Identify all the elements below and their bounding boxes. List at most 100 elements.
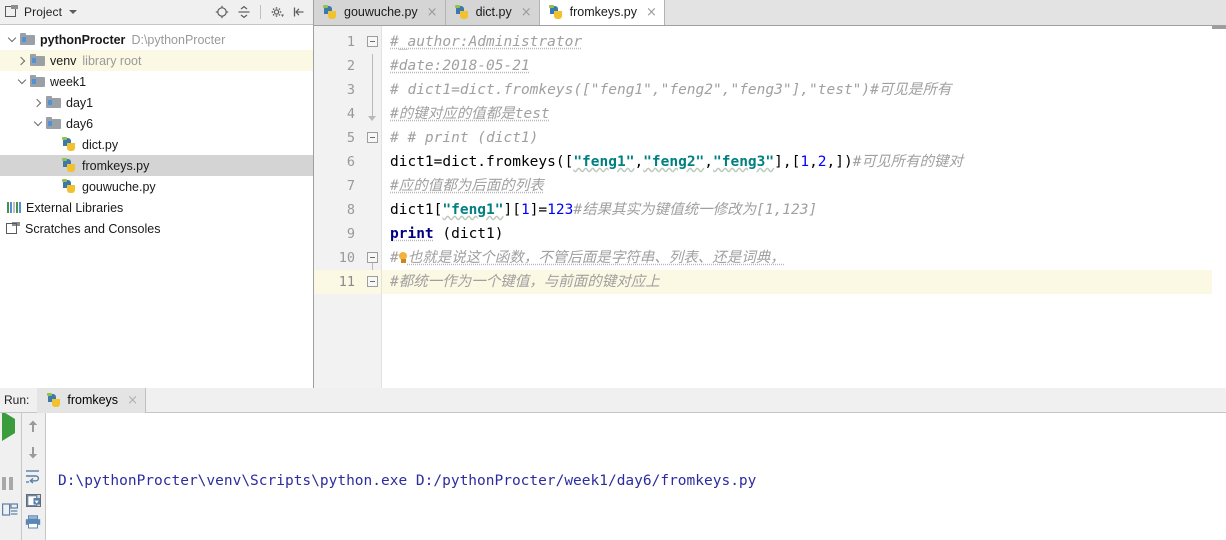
fold-collapse-icon[interactable] (367, 132, 378, 143)
tree-item-fromkeys-py[interactable]: fromkeys.py (0, 155, 313, 176)
tree-item-label: day1 (66, 96, 93, 110)
code-comment: #_author:Administrator (390, 34, 582, 50)
pycharm-window: Project pythonProcter D:\pythonProcter v… (0, 0, 1226, 540)
fold-line (364, 150, 381, 174)
python-file-icon (455, 5, 471, 20)
run-tab-label: fromkeys (67, 393, 118, 407)
close-icon[interactable]: × (127, 394, 138, 407)
code-comment: #都统一作为一个键值，与前面的键对应上 (390, 274, 660, 290)
code-string: "feng1" (442, 202, 503, 218)
fold-line (364, 78, 381, 102)
tree-item-day6[interactable]: day6 (0, 113, 313, 134)
python-file-icon (323, 5, 339, 20)
tree-item-pythonprocter[interactable]: pythonProcter D:\pythonProcter (0, 29, 313, 50)
code-editor[interactable]: 1 2 3 4 5 6 7 8 9 10 11 #_author:Adminis… (314, 26, 1226, 388)
tree-item-external-libraries[interactable]: External Libraries (0, 197, 313, 218)
code-token: , (827, 154, 836, 170)
pause-button[interactable] (2, 475, 19, 492)
run-toolbar-right (22, 413, 46, 540)
chevron-down-icon[interactable] (14, 80, 30, 83)
line-number: 10 (314, 246, 364, 270)
tree-item-label: day6 (66, 117, 93, 131)
code-line-4[interactable]: #的键对应的值都是test (382, 102, 1212, 126)
tab-dict-py[interactable]: dict.py × (446, 0, 540, 25)
project-panel-header: Project (0, 0, 313, 25)
code-keyword: print (390, 226, 434, 242)
code-line-6[interactable]: dict1=dict.fromkeys(["feng1","feng2","fe… (382, 150, 1212, 174)
code-line-8[interactable]: dict1["feng1"][1]=123#结果其实为键值统一修改为[1,123… (382, 198, 1212, 222)
stop-button[interactable] (2, 447, 19, 464)
python-file-icon (62, 137, 78, 152)
tree-item-gouwuche-py[interactable]: gouwuche.py (0, 176, 313, 197)
code-line-5[interactable]: # # print (dict1) (382, 126, 1212, 150)
close-icon[interactable]: × (427, 6, 438, 19)
code-line-3[interactable]: # dict1=dict.fromkeys(["feng1","feng2","… (382, 78, 1212, 102)
python-file-icon (62, 158, 78, 173)
project-tree[interactable]: pythonProcter D:\pythonProcter venv libr… (0, 25, 313, 388)
chevron-down-icon[interactable] (69, 10, 77, 14)
code-token: , (809, 154, 818, 170)
fold-line (364, 54, 381, 78)
line-number: 1 (314, 30, 364, 54)
line-number: 8 (314, 198, 364, 222)
chevron-right-icon[interactable] (14, 58, 30, 64)
code-line-1[interactable]: #_author:Administrator (382, 30, 1212, 54)
run-toolbar-left (0, 413, 22, 540)
print-settings-icon[interactable] (2, 503, 19, 520)
code-token: , (634, 154, 643, 170)
chevron-right-icon[interactable] (30, 100, 46, 106)
tree-item-scratches-and-consoles[interactable]: Scratches and Consoles (0, 218, 313, 239)
settings-gear-icon[interactable] (267, 2, 287, 22)
code-content[interactable]: #_author:Administrator #date:2018-05-21 … (382, 26, 1212, 388)
line-number: 6 (314, 150, 364, 174)
chevron-down-icon[interactable] (4, 38, 20, 41)
tab-gouwuche-py[interactable]: gouwuche.py × (314, 0, 446, 25)
code-line-9[interactable]: print (dict1) (382, 222, 1212, 246)
code-number: 2 (818, 154, 827, 170)
run-tab-fromkeys[interactable]: fromkeys × (37, 388, 146, 413)
scroll-to-end-icon[interactable] (26, 494, 41, 507)
tree-item-day1[interactable]: day1 (0, 92, 313, 113)
run-panel: Run: fromkeys × D:\pythonProcter\venv\Sc… (0, 388, 1226, 540)
line-number-gutter: 1 2 3 4 5 6 7 8 9 10 11 (314, 26, 364, 388)
collapse-all-icon[interactable] (234, 2, 254, 22)
code-line-10[interactable]: # 也就是说这个函数，不管后面是字符串、列表、还是词典， (382, 246, 1212, 270)
tree-item-label: fromkeys.py (82, 159, 149, 173)
tree-item-venv[interactable]: venv library root (0, 50, 313, 71)
scroll-down-icon[interactable] (25, 444, 42, 461)
print-icon[interactable] (25, 515, 42, 532)
code-string: "feng2" (643, 154, 704, 170)
fold-gutter[interactable] (364, 26, 382, 388)
hide-panel-icon[interactable] (289, 2, 309, 22)
intention-bulb-icon[interactable] (398, 252, 409, 264)
code-number: 123 (547, 202, 573, 218)
tab-label: dict.py (476, 5, 512, 19)
chevron-down-icon[interactable] (30, 122, 46, 125)
code-number: 1 (800, 154, 809, 170)
close-icon[interactable]: × (521, 6, 532, 19)
code-line-7[interactable]: #应的值都为后面的列表 (382, 174, 1212, 198)
close-icon[interactable]: × (646, 6, 657, 19)
code-line-11[interactable]: #都统一作为一个键值，与前面的键对应上 (382, 270, 1212, 294)
scroll-up-icon[interactable] (25, 419, 42, 436)
run-button[interactable] (2, 419, 19, 436)
project-toolbar (212, 2, 309, 22)
code-comment: #结果其实为键值统一修改为[1,123] (573, 202, 817, 218)
console-output[interactable]: D:\pythonProcter\venv\Scripts\python.exe… (46, 413, 1226, 540)
code-comment: #date:2018-05-21 (390, 58, 530, 74)
line-number: 3 (314, 78, 364, 102)
tree-item-week1[interactable]: week1 (0, 71, 313, 92)
tree-item-dict-py[interactable]: dict.py (0, 134, 313, 155)
fold-collapse-icon[interactable] (367, 36, 378, 47)
code-token: dict1=dict.fromkeys([ (390, 154, 573, 170)
line-number: 5 (314, 126, 364, 150)
tab-fromkeys-py[interactable]: fromkeys.py × (540, 0, 665, 25)
fold-collapse-icon[interactable] (367, 276, 378, 287)
code-line-2[interactable]: #date:2018-05-21 (382, 54, 1212, 78)
editor-marker-strip[interactable] (1212, 26, 1226, 388)
code-comment: #应的值都为后面的列表 (390, 178, 544, 194)
fold-collapse-icon[interactable] (367, 252, 378, 263)
soft-wrap-icon[interactable] (25, 469, 42, 486)
locate-icon[interactable] (212, 2, 232, 22)
fold-line (364, 126, 381, 150)
